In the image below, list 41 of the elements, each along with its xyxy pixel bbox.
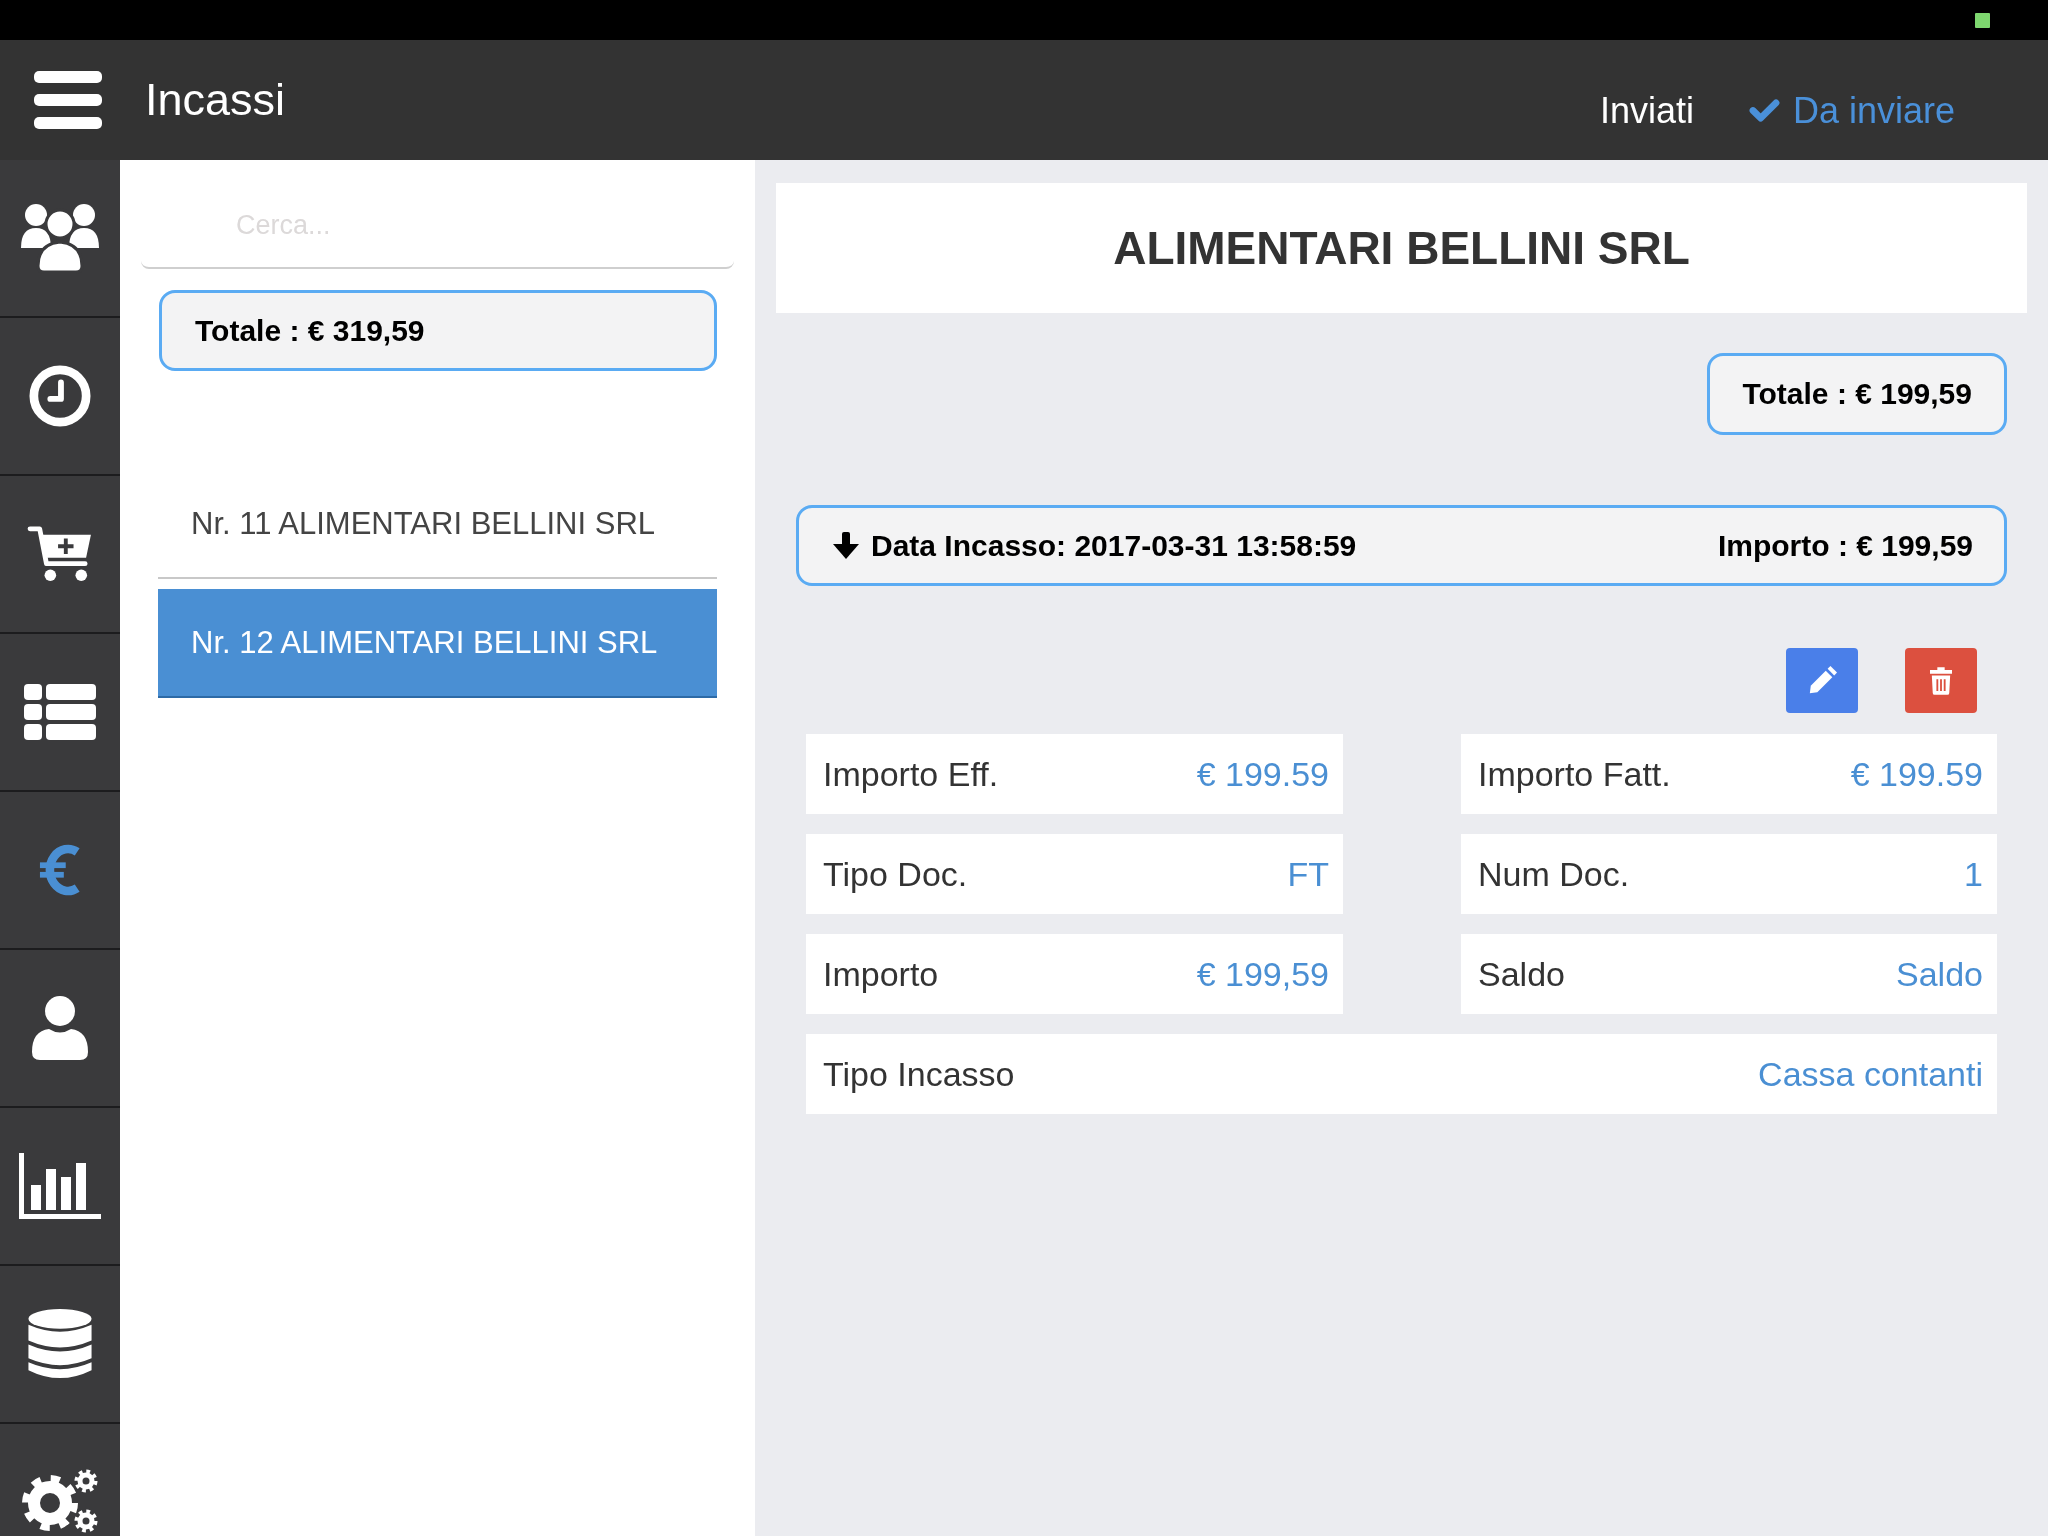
euro-icon (39, 842, 81, 898)
delete-button[interactable] (1905, 648, 1977, 713)
list-item[interactable]: Nr. 11 ALIMENTARI BELLINI SRL (158, 470, 717, 579)
total-summary: Totale : € 199,59 (1707, 353, 2007, 435)
trash-icon (1930, 666, 1952, 695)
entry-date: Data Incasso: 2017-03-31 13:58:59 (871, 528, 1357, 563)
database-icon (28, 1308, 92, 1380)
field-label: Importo Fatt. (1478, 754, 1671, 794)
pencil-icon (1807, 665, 1837, 696)
header-tab[interactable]: Inviati (1599, 87, 1694, 133)
check-icon (1748, 97, 1780, 123)
field-value: Cassa contanti (1758, 1054, 1983, 1094)
field-value: € 199,59 (1196, 954, 1329, 994)
field-value: Saldo (1896, 954, 1983, 994)
page-title: Incassi (145, 73, 286, 127)
field-value: € 199.59 (1850, 754, 1983, 794)
payment-entry[interactable]: Data Incasso: 2017-03-31 13:58:59 Importo : € 199,59 (796, 505, 2007, 586)
field-value: € 199.59 (1196, 754, 1329, 794)
field-label: Saldo (1478, 954, 1565, 994)
status-indicator-icon (1975, 12, 1990, 28)
menu-icon (34, 71, 102, 129)
field-label: Importo (823, 954, 939, 994)
gears-icon (22, 1469, 98, 1533)
user-icon (32, 996, 88, 1060)
field-value: FT (1287, 854, 1329, 894)
field-label: Tipo Incasso (823, 1054, 1015, 1094)
field-label: Importo Eff. (823, 754, 999, 794)
users-icon (21, 202, 99, 274)
list-icon (24, 684, 96, 740)
menu-button[interactable] (34, 71, 102, 129)
header-tab[interactable]: Da inviare (1748, 87, 1955, 133)
field-value: 1 (1964, 854, 1983, 894)
total-summary: Totale : € 319,59 (159, 290, 717, 371)
field-label: Num Doc. (1478, 854, 1630, 894)
bar-chart-icon (19, 1153, 101, 1219)
customer-title: ALIMENTARI BELLINI SRL (776, 183, 2027, 313)
entry-amount: Importo : € 199,59 (1717, 528, 1973, 563)
field-label: Tipo Doc. (823, 854, 968, 894)
clock-icon (29, 365, 91, 427)
cart-plus-icon (27, 525, 93, 583)
edit-button[interactable] (1786, 648, 1858, 713)
